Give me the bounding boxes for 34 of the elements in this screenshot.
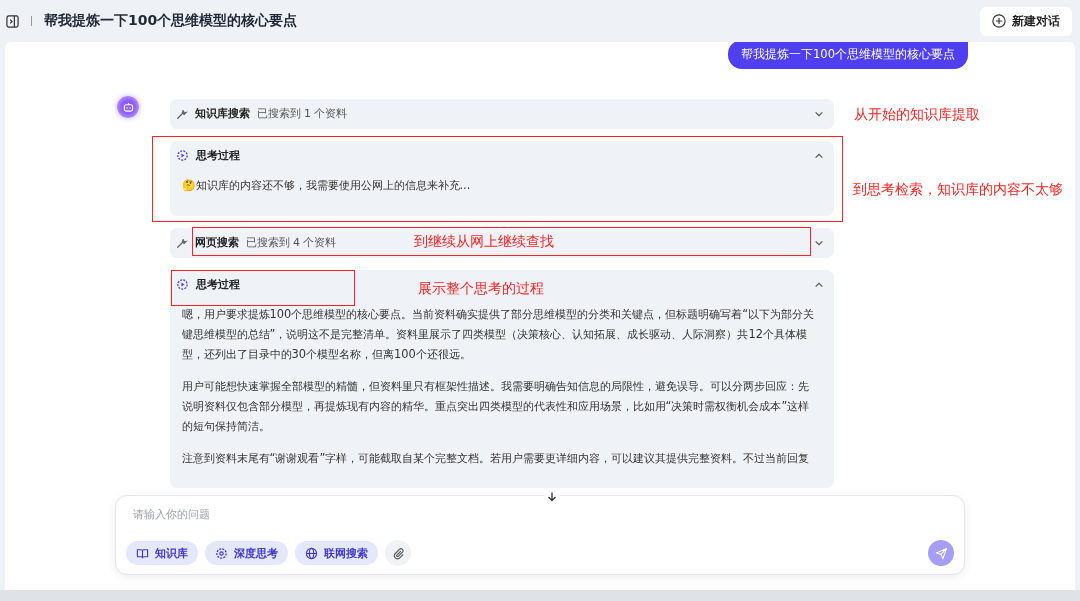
thinking-paragraph: 用户可能想快速掌握全部模型的精髓，但资料里只有框架性描述。我需要明确告知信息的局限性，避免误导。可以分两步回应：先说明资料仅包含部分模型，再提炼现有内容的精华。重点突出四类模型的代表性和应用场景，比如用“决策时需权衡机会成本”这样的短句保持简洁。 — [181, 377, 811, 435]
step-title: 知识库搜索 — [194, 106, 250, 121]
message-input-box[interactable]: 请输入你的问题 知识库 深度思考 联网搜索 — [115, 495, 965, 575]
tool-chip[interactable]: 深度思考 — [205, 541, 288, 565]
wrench-icon — [175, 236, 188, 249]
assistant-avatar — [117, 96, 139, 118]
paperclip-icon — [391, 546, 405, 560]
annotation-note: 展示整个思考的过程 — [417, 279, 544, 298]
gear-icon — [215, 546, 228, 560]
gear-icon — [175, 278, 189, 291]
sidebar-toggle-icon[interactable] — [6, 14, 19, 28]
gear-icon — [175, 149, 189, 162]
annotation-note: 从开始的知识库提取 — [853, 105, 980, 124]
globe-icon — [305, 546, 318, 560]
tool-chip[interactable]: 知识库 — [126, 541, 198, 565]
conversation-title: 帮我提炼一下100个思维模型的核心要点 — [44, 12, 299, 30]
annotation-note: 到继续从网上继续查找 — [413, 232, 554, 251]
step-summary: 已搜索到 1 个资料 — [256, 106, 348, 121]
book-icon — [136, 546, 149, 560]
wrench-icon — [175, 107, 188, 120]
new-chat-button[interactable]: 新建对话 — [980, 6, 1072, 36]
user-message: 帮我提炼一下100个思维模型的核心要点 — [728, 42, 968, 69]
tool-chip[interactable]: 联网搜索 — [295, 541, 378, 565]
thinking-paragraph: 🤔知识库的内容还不够，我需要使用公网上的信息来补充... — [181, 176, 472, 194]
step-title: 思考过程 — [195, 148, 240, 163]
thinking-paragraph: 注意到资料末尾有“谢谢观看”字样，可能截取自某个完整文档。若用户需要更详细内容，可以建议其提供完整资料。不过当前回复 — [181, 449, 811, 467]
step-summary: 已搜索到 4 个资料 — [245, 235, 337, 250]
attach-button[interactable] — [385, 540, 411, 566]
thinking-paragraph: 嗯，用户要求提炼100个思维模型的核心要点。当前资料确实提供了部分思维模型的分类和关键点，但标题明确写着“以下为部分关键思维模型的总结”，说明这不是完整清单。资料里展示了四类模型（决策核心、认知拓展、成长驱动、人际洞察）共12个具体模型，还列出了目录中的30个模型名称，但离100个还很远。 — [181, 305, 816, 363]
step-title: 思考过程 — [195, 277, 240, 292]
step-title: 网页搜索 — [194, 235, 239, 250]
send-icon — [934, 546, 948, 560]
annotation-note: 到思考检索，知识库的内容不太够 — [852, 180, 1063, 199]
plus-icon — [992, 14, 1006, 28]
